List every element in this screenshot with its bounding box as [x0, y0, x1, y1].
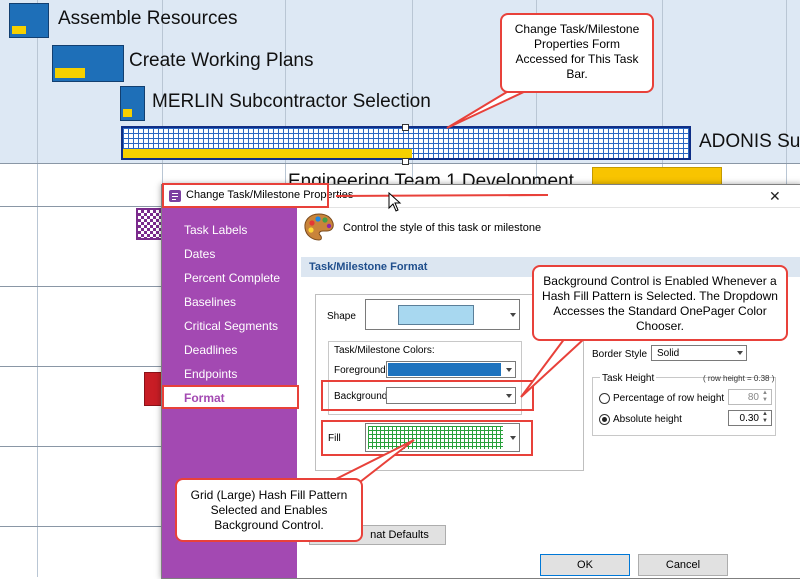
callout-bottom: Grid (Large) Hash Fill Pattern Selected …	[175, 478, 363, 542]
callout-top: Change Task/Milestone Properties Form Ac…	[500, 13, 654, 93]
callout-right: Background Control is Enabled Whenever a…	[532, 265, 788, 341]
mouse-cursor-icon	[388, 192, 402, 212]
